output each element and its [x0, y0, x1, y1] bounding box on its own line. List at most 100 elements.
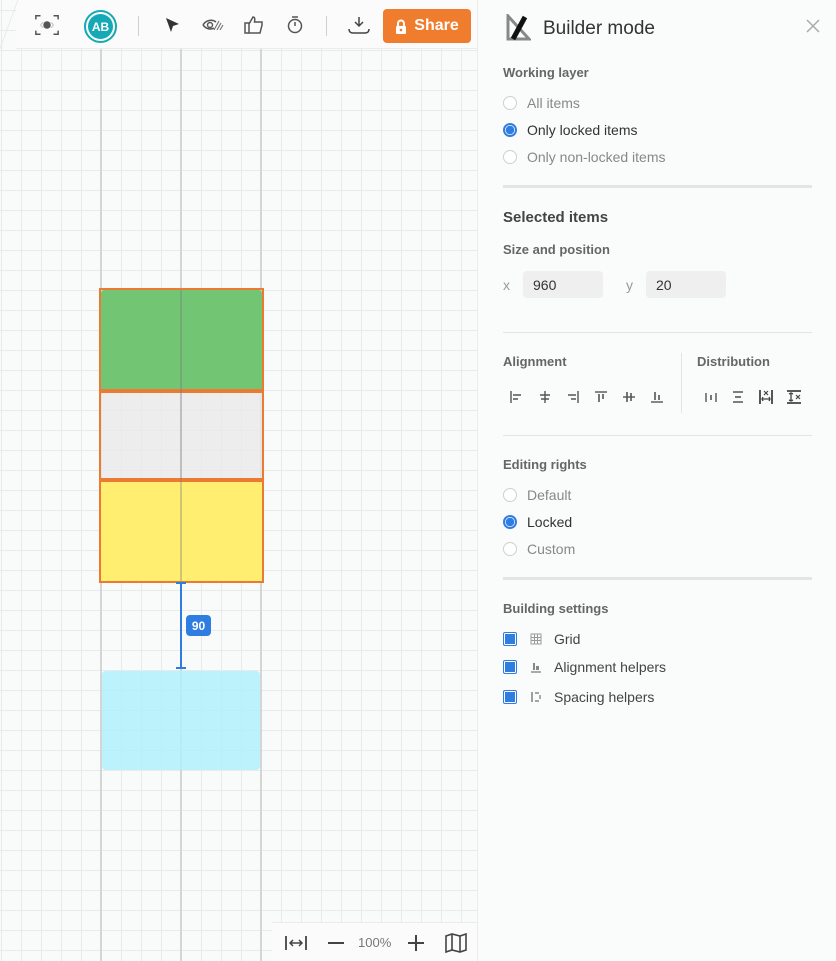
zoom-out-button[interactable]	[326, 931, 346, 955]
minus-icon	[328, 942, 344, 944]
timer-icon	[287, 16, 303, 34]
focus-mode-button[interactable]	[34, 12, 60, 38]
grid-setting[interactable]: Grid	[503, 631, 580, 647]
thumbs-up-icon	[244, 16, 263, 34]
radio-only-locked-items[interactable]: Only locked items	[503, 122, 637, 138]
align-center-horizontal-icon	[540, 391, 550, 403]
align-top-button[interactable]	[591, 388, 611, 406]
section-divider	[503, 185, 812, 188]
fit-width-button[interactable]	[284, 931, 308, 955]
distribute-horizontal-icon	[705, 393, 717, 402]
ruler-triangle-icon	[506, 12, 533, 41]
lock-icon	[396, 19, 407, 34]
hide-icon	[202, 19, 224, 31]
user-avatar[interactable]: AB	[84, 10, 117, 43]
radio-all-items[interactable]: All items	[503, 95, 580, 111]
hide-button[interactable]	[200, 12, 226, 38]
spacing-helpers-checkbox[interactable]	[503, 690, 517, 704]
align-top-icon	[595, 391, 607, 402]
plus-icon	[408, 935, 424, 951]
radio-button[interactable]	[503, 542, 517, 556]
zoom-level: 100%	[358, 935, 392, 950]
share-button[interactable]: Share	[383, 9, 471, 43]
alignment-helpers-icon	[530, 661, 542, 673]
radio-label: Locked	[527, 514, 573, 530]
alignment-heading: Alignment	[503, 354, 567, 369]
zoom-in-button[interactable]	[406, 931, 426, 955]
radio-label: Only locked items	[527, 122, 638, 138]
timer-button[interactable]	[282, 12, 308, 38]
alignment-helpers-label: Alignment helpers	[554, 659, 667, 675]
radio-button[interactable]	[503, 150, 517, 164]
align-bottom-button[interactable]	[647, 388, 667, 406]
radio-locked[interactable]: Locked	[503, 514, 572, 530]
grid-label: Grid	[554, 631, 581, 647]
spacing-helpers-setting[interactable]: Spacing helpers	[503, 689, 654, 705]
radio-button[interactable]	[503, 96, 517, 110]
radio-button-checked[interactable]	[503, 123, 517, 137]
align-bottom-icon	[651, 392, 663, 403]
alignment-distribution-separator	[681, 353, 682, 413]
cursor-icon	[166, 18, 179, 32]
map-icon	[445, 933, 467, 953]
download-button[interactable]	[346, 12, 372, 38]
tidy-vertical-button[interactable]	[784, 388, 804, 406]
alignment-helpers-setting[interactable]: Alignment helpers	[503, 659, 666, 675]
close-icon	[806, 19, 820, 33]
radio-label: All items	[527, 95, 580, 111]
align-center-vertical-icon	[623, 392, 635, 402]
builder-mode-logo	[505, 12, 533, 47]
size-position-label: Size and position	[503, 242, 610, 257]
align-center-vertical-button[interactable]	[619, 388, 639, 406]
cyan-shape[interactable]	[102, 671, 260, 770]
alignment-helpers-checkbox[interactable]	[503, 660, 517, 674]
center-guide-overlay	[180, 290, 182, 581]
section-divider	[503, 332, 812, 333]
grid-icon	[530, 633, 542, 645]
distribute-vertical-button[interactable]	[728, 388, 748, 406]
align-right-icon	[568, 391, 579, 403]
building-settings-heading: Building settings	[503, 601, 609, 616]
section-divider	[503, 435, 812, 436]
y-position-input[interactable]	[646, 271, 726, 298]
avatar-initials: AB	[88, 14, 113, 39]
fit-width-icon	[285, 936, 307, 950]
radio-label: Default	[527, 487, 572, 503]
tidy-vertical-icon	[787, 390, 801, 404]
panel-title: Builder mode	[543, 18, 655, 39]
zoom-bar: 100%	[272, 922, 477, 961]
radio-label: Only non-locked items	[527, 149, 666, 165]
map-button[interactable]	[444, 931, 468, 955]
tidy-horizontal-button[interactable]	[756, 388, 776, 406]
tidy-horizontal-icon	[759, 390, 773, 404]
radio-button-checked[interactable]	[503, 515, 517, 529]
x-position-input[interactable]	[523, 271, 603, 298]
spacing-helper-line	[180, 583, 182, 668]
y-label: y	[626, 277, 633, 293]
radio-custom[interactable]: Custom	[503, 541, 575, 557]
spacing-cap-bottom	[176, 667, 186, 669]
align-center-horizontal-button[interactable]	[535, 388, 555, 406]
distribute-horizontal-button[interactable]	[701, 388, 721, 406]
focus-icon	[35, 14, 59, 36]
spacing-value-badge: 90	[186, 615, 211, 636]
select-tool-button[interactable]	[159, 12, 185, 38]
working-layer-heading: Working layer	[503, 65, 589, 80]
board-canvas[interactable]: 90 AB Share 100%	[0, 0, 477, 961]
grid-checkbox[interactable]	[503, 632, 517, 646]
toolbar-divider	[326, 16, 327, 36]
editing-rights-heading: Editing rights	[503, 457, 587, 472]
radio-button[interactable]	[503, 488, 517, 502]
x-label: x	[503, 277, 510, 293]
align-left-button[interactable]	[506, 388, 526, 406]
radio-default[interactable]: Default	[503, 487, 571, 503]
align-right-button[interactable]	[563, 388, 583, 406]
spacing-helpers-icon	[530, 691, 542, 703]
selected-items-heading: Selected items	[503, 209, 609, 226]
spacing-helpers-label: Spacing helpers	[554, 689, 655, 705]
share-label: Share	[414, 17, 459, 34]
section-divider	[503, 577, 812, 580]
close-panel-button[interactable]	[803, 16, 823, 36]
vote-button[interactable]	[241, 12, 267, 38]
radio-only-non-locked-items[interactable]: Only non-locked items	[503, 149, 666, 165]
